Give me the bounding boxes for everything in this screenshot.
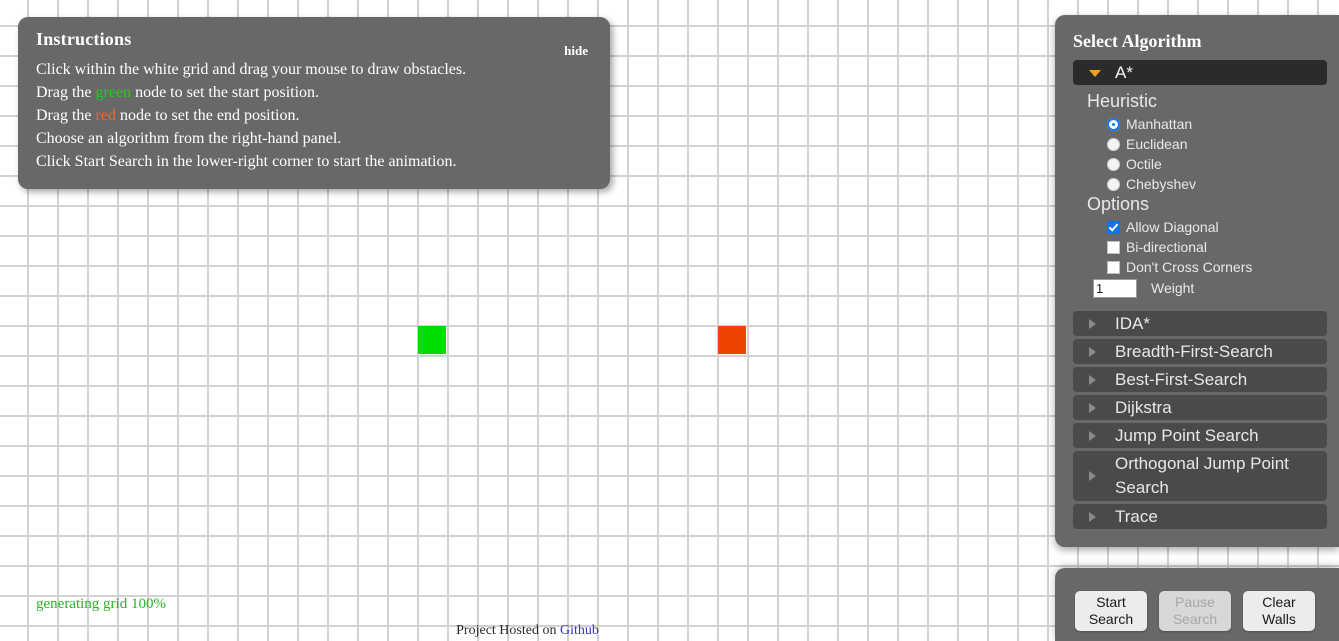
accordion-header-trace[interactable]: Trace — [1073, 504, 1327, 529]
accordion-header-astar[interactable]: A* — [1073, 60, 1327, 85]
accordion-label: Trace — [1115, 507, 1158, 526]
option-label: Allow Diagonal — [1126, 219, 1219, 235]
instruction-keyword: green — [95, 84, 132, 101]
heuristic-option-list: Manhattan Euclidean Octile Chebyshev — [1087, 114, 1339, 194]
footer-text: Project Hosted on — [456, 623, 560, 638]
triangle-right-icon — [1089, 374, 1096, 385]
instruction-line: Click within the white grid and drag you… — [36, 58, 594, 81]
instruction-line: Click Start Search in the lower-right co… — [36, 150, 594, 173]
instruction-text: Choose an algorithm from the right-hand … — [36, 130, 342, 147]
accordion-label: Best-First-Search — [1115, 370, 1248, 389]
options-group-label: Options — [1087, 194, 1150, 214]
instruction-line: Drag the green node to set the start pos… — [36, 81, 594, 104]
panel-title: Select Algorithm — [1073, 31, 1202, 51]
instructions-title: Instructions — [36, 29, 132, 49]
option-don-t-cross-corners[interactable]: Don't Cross Corners — [1107, 257, 1339, 277]
triangle-right-icon — [1089, 318, 1096, 329]
heuristic-option-label: Euclidean — [1126, 136, 1188, 152]
accordion-label: IDA* — [1115, 314, 1150, 333]
triangle-right-icon — [1089, 346, 1096, 357]
astar-options-body: Heuristic Manhattan Euclidean Octile Chebys… — [1055, 85, 1339, 301]
triangle-right-icon — [1089, 471, 1096, 481]
option-label: Bi-directional — [1126, 239, 1207, 255]
heuristic-option-label: Manhattan — [1126, 116, 1193, 132]
accordion-header-breadth-first-search[interactable]: Breadth-First-Search — [1073, 339, 1327, 364]
instruction-keyword: red — [95, 107, 116, 124]
accordion-spacer — [1055, 301, 1339, 308]
pathfinding-visualizer: Instructions hide Click within the white… — [0, 0, 1339, 641]
heuristic-group-label: Heuristic — [1087, 91, 1158, 111]
footer: Project Hosted on Github — [0, 623, 1339, 639]
accordion-header-best-first-search[interactable]: Best-First-Search — [1073, 367, 1327, 392]
instruction-text: node to set the end position. — [115, 107, 300, 124]
accordion-header-ida[interactable]: IDA* — [1073, 311, 1327, 336]
status-text: generating grid 100% — [36, 596, 166, 612]
instruction-text: Click Start Search in the lower-right co… — [36, 153, 457, 170]
weight-label: Weight — [1151, 280, 1195, 296]
option-allow-diagonal[interactable]: Allow Diagonal — [1107, 217, 1339, 237]
radio-icon[interactable] — [1107, 157, 1120, 171]
triangle-right-icon — [1089, 430, 1096, 441]
github-link[interactable]: Github — [560, 623, 599, 638]
heuristic-option-octile[interactable]: Octile — [1107, 154, 1339, 174]
heuristic-option-label: Chebyshev — [1126, 176, 1197, 192]
radio-icon[interactable] — [1107, 177, 1120, 191]
accordion-label: Breadth-First-Search — [1115, 342, 1273, 361]
instruction-text: Drag the — [36, 84, 96, 101]
instruction-line: Choose an algorithm from the right-hand … — [36, 127, 594, 150]
weight-row: Weight — [1093, 277, 1339, 299]
accordion-label: Jump Point Search — [1115, 426, 1259, 445]
triangle-right-icon — [1089, 511, 1096, 522]
heuristic-option-chebyshev[interactable]: Chebyshev — [1107, 174, 1339, 194]
instructions-panel: Instructions hide Click within the white… — [18, 17, 610, 189]
radio-icon[interactable] — [1107, 137, 1120, 151]
checkbox-icon[interactable] — [1107, 240, 1120, 254]
instruction-line: Drag the red node to set the end positio… — [36, 104, 594, 127]
heuristic-option-euclidean[interactable]: Euclidean — [1107, 134, 1339, 154]
accordion-header-orthogonal-jump-point-search[interactable]: Orthogonal Jump Point Search — [1073, 451, 1327, 501]
checkbox-icon[interactable] — [1107, 260, 1120, 274]
option-label: Don't Cross Corners — [1126, 259, 1253, 275]
instructions-lines: Click within the white grid and drag you… — [34, 58, 594, 173]
accordion-label: Dijkstra — [1115, 398, 1172, 417]
heuristic-option-manhattan[interactable]: Manhattan — [1107, 114, 1339, 134]
heuristic-option-label: Octile — [1126, 156, 1162, 172]
triangle-down-icon — [1089, 69, 1101, 77]
radio-icon[interactable] — [1107, 117, 1120, 131]
checkbox-icon[interactable] — [1107, 220, 1120, 234]
pause-search-line1: Pause — [1175, 594, 1215, 610]
accordion-label: Orthogonal Jump Point Search — [1115, 454, 1289, 497]
end-node[interactable] — [718, 326, 746, 354]
options-checkbox-list: Allow Diagonal Bi-directional Don't Cross … — [1087, 217, 1339, 277]
start-search-line1: Start — [1096, 594, 1126, 610]
triangle-right-icon — [1089, 402, 1096, 413]
start-node[interactable] — [418, 326, 446, 354]
option-bi-directional[interactable]: Bi-directional — [1107, 237, 1339, 257]
clear-walls-line1: Clear — [1262, 594, 1296, 610]
instruction-text: Drag the — [36, 107, 96, 124]
collapsed-algorithm-list: IDA* Breadth-First-Search Best-First-Searc… — [1055, 311, 1339, 529]
accordion-header-jump-point-search[interactable]: Jump Point Search — [1073, 423, 1327, 448]
weight-input[interactable] — [1093, 278, 1137, 298]
accordion-label-astar: A* — [1115, 63, 1133, 82]
hide-instructions-link[interactable]: hide — [564, 43, 588, 59]
instruction-text: Click within the white grid and drag you… — [36, 61, 467, 78]
algorithm-panel: Select Algorithm A* Heuristic Manhattan E… — [1055, 15, 1339, 547]
accordion-header-dijkstra[interactable]: Dijkstra — [1073, 395, 1327, 420]
instruction-text: node to set the start position. — [131, 84, 320, 101]
